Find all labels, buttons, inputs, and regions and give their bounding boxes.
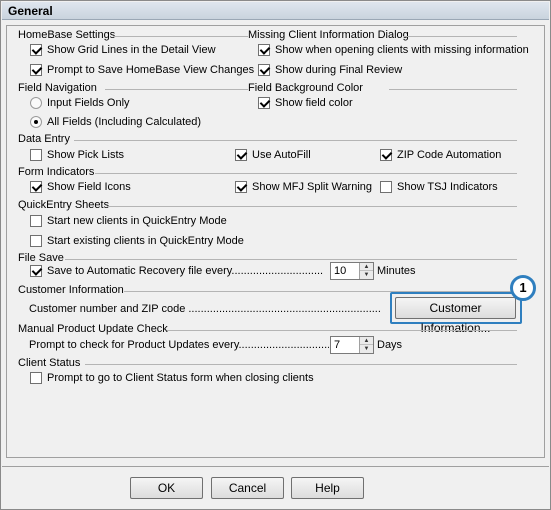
all-fields-label: All Fields (Including Calculated) (47, 116, 202, 128)
days-value: 7 (334, 339, 341, 351)
autofill-checkbox[interactable] (235, 149, 247, 161)
mfj-warning-label: Show MFJ Split Warning (252, 181, 373, 193)
all-fields-radio[interactable] (30, 116, 42, 128)
stepper-down-icon[interactable]: ▼ (360, 345, 373, 353)
section-divider (389, 89, 517, 90)
stepper-down-icon[interactable]: ▼ (360, 271, 373, 279)
section-divider (114, 36, 248, 37)
callout-badge: 1 (510, 275, 536, 301)
show-opening-label: Show when opening clients with missing i… (275, 44, 529, 56)
input-fields-only-label: Input Fields Only (47, 97, 130, 109)
help-button[interactable]: Help (291, 477, 364, 499)
auto-recovery-checkbox[interactable] (30, 265, 42, 277)
missing-client-heading: Missing Client Information Dialog (248, 29, 409, 41)
client-status-heading: Client Status (18, 357, 81, 369)
pick-lists-label: Show Pick Lists (47, 149, 125, 161)
window-title: General (8, 4, 53, 18)
file-save-heading: File Save (18, 252, 64, 264)
minutes-stepper[interactable]: 10 ▲ ▼ (330, 262, 374, 280)
field-background-heading: Field Background Color (248, 82, 363, 94)
cancel-button[interactable]: Cancel (211, 477, 284, 499)
section-divider (65, 259, 517, 260)
customer-number-label: Customer number and ZIP code ...........… (29, 303, 381, 315)
show-final-review-label: Show during Final Review (275, 64, 403, 76)
homebase-settings-heading: HomeBase Settings (18, 29, 116, 41)
zip-automation-label: ZIP Code Automation (397, 149, 502, 161)
quickentry-existing-checkbox[interactable] (30, 235, 42, 247)
autofill-label: Use AutoFill (252, 149, 311, 161)
update-check-heading: Manual Product Update Check (18, 323, 168, 335)
customer-information-button[interactable]: Customer Information... (395, 297, 516, 335)
tsj-indicators-label: Show TSJ Indicators (397, 181, 498, 193)
tsj-indicators-checkbox[interactable] (380, 181, 392, 193)
stepper-up-icon[interactable]: ▲ (360, 263, 373, 271)
ok-button[interactable]: OK (130, 477, 203, 499)
days-stepper[interactable]: 7 ▲ ▼ (330, 336, 374, 354)
title-bar: General (2, 2, 549, 20)
quickentry-new-checkbox[interactable] (30, 215, 42, 227)
show-field-color-label: Show field color (275, 97, 353, 109)
section-divider (95, 173, 517, 174)
show-field-color-checkbox[interactable] (258, 97, 270, 109)
minutes-label: Minutes (377, 265, 416, 277)
show-final-review-checkbox[interactable] (258, 64, 270, 76)
show-opening-checkbox[interactable] (258, 44, 270, 56)
pick-lists-checkbox[interactable] (30, 149, 42, 161)
prompt-save-label: Prompt to Save HomeBase View Changes (47, 64, 255, 76)
field-icons-checkbox[interactable] (30, 181, 42, 193)
field-navigation-heading: Field Navigation (18, 82, 97, 94)
quickentry-existing-label: Start existing clients in QuickEntry Mod… (47, 235, 244, 247)
minutes-value: 10 (334, 265, 347, 277)
section-divider (85, 364, 517, 365)
settings-window: General HomeBase Settings Missing Client… (0, 0, 551, 510)
form-indicators-heading: Form Indicators (18, 166, 95, 178)
section-divider (108, 206, 517, 207)
client-status-checkbox[interactable] (30, 372, 42, 384)
show-grid-lines-label: Show Grid Lines in the Detail View (47, 44, 216, 56)
update-check-label: Prompt to check for Product Updates ever… (29, 339, 329, 351)
minutes-stepper-arrows[interactable]: ▲ ▼ (359, 263, 373, 279)
zip-automation-checkbox[interactable] (380, 149, 392, 161)
auto-recovery-label: Save to Automatic Recovery file every...… (47, 265, 324, 277)
field-icons-label: Show Field Icons (47, 181, 131, 193)
show-grid-lines-checkbox[interactable] (30, 44, 42, 56)
section-divider (74, 140, 517, 141)
section-divider (167, 330, 517, 331)
mfj-warning-checkbox[interactable] (235, 181, 247, 193)
days-stepper-arrows[interactable]: ▲ ▼ (359, 337, 373, 353)
quickentry-heading: QuickEntry Sheets (18, 199, 110, 211)
customer-info-heading: Customer Information (18, 284, 124, 296)
section-divider (403, 36, 517, 37)
stepper-up-icon[interactable]: ▲ (360, 337, 373, 345)
quickentry-new-label: Start new clients in QuickEntry Mode (47, 215, 227, 227)
prompt-save-checkbox[interactable] (30, 64, 42, 76)
section-divider (105, 89, 248, 90)
data-entry-heading: Data Entry (18, 133, 70, 145)
days-label: Days (377, 339, 403, 351)
footer-divider (2, 466, 549, 467)
input-fields-only-radio[interactable] (30, 97, 42, 109)
general-panel: HomeBase Settings Missing Client Informa… (6, 25, 545, 458)
client-status-label: Prompt to go to Client Status form when … (47, 372, 314, 384)
